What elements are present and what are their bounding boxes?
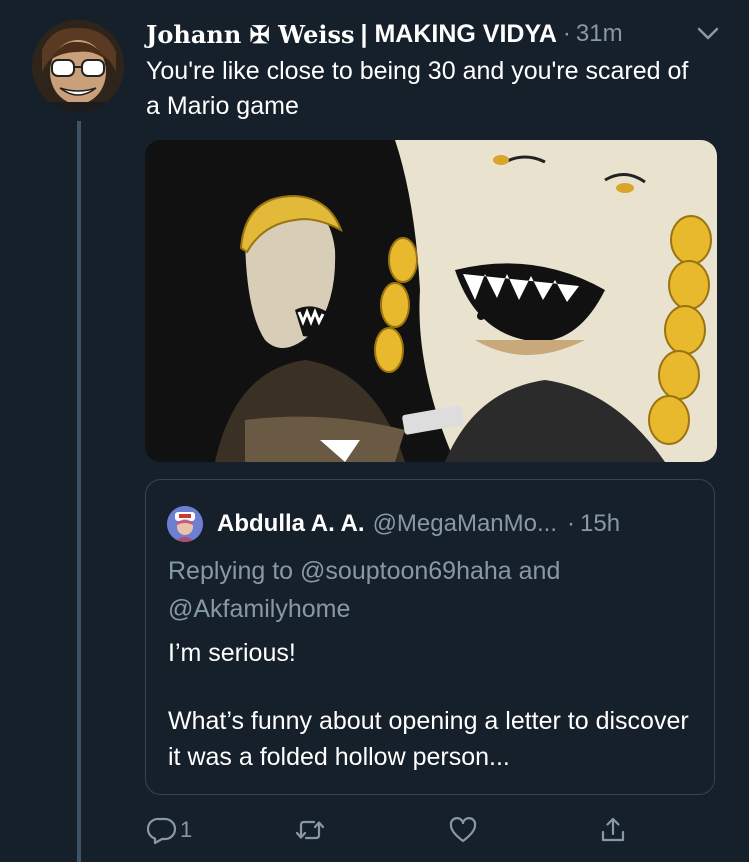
- retweet-icon: [295, 815, 325, 845]
- reply-icon: [147, 815, 177, 845]
- quoted-tweet[interactable]: Abdulla A. A. @MegaManMo... · 15h Replyi…: [145, 479, 715, 795]
- quote-author-name: Abdulla A. A.: [217, 510, 365, 537]
- header-separator: ·: [562, 20, 571, 47]
- share-icon: [598, 815, 628, 845]
- quote-text-line-1: I’m serious!: [168, 639, 296, 667]
- quote-text-line-2: What’s funny about opening a letter to d…: [168, 707, 689, 771]
- retweet-button[interactable]: [295, 810, 328, 850]
- quote-text: I’m serious! What’s funny about opening …: [168, 635, 698, 775]
- quote-author-handle: @MegaManMo...: [372, 510, 557, 537]
- quote-author-avatar: [167, 506, 203, 542]
- thread-line: [77, 121, 81, 862]
- author-name-suffix[interactable]: | MAKING VIDYA: [361, 20, 557, 49]
- heart-icon: [448, 815, 478, 845]
- author-avatar[interactable]: [32, 20, 124, 112]
- quote-separator: ·: [567, 510, 575, 537]
- chevron-down-icon[interactable]: [694, 20, 722, 48]
- tweet-actions: 1: [145, 810, 645, 850]
- tweet-text: You're like close to being 30 and you're…: [146, 57, 689, 120]
- tweet-header: Johann ✠ Weiss | MAKING VIDYA · 31m: [146, 14, 726, 54]
- quote-header: Abdulla A. A. @MegaManMo... · 15h: [167, 506, 620, 542]
- share-button[interactable]: [598, 810, 628, 850]
- replying-and: and: [518, 557, 561, 585]
- quote-timestamp: 15h: [580, 510, 621, 537]
- author-name[interactable]: Johann ✠ Weiss: [146, 20, 355, 49]
- replying-mention-1: @souptoon69haha: [300, 557, 512, 585]
- replying-to: Replying to @souptoon69haha and @Akfamil…: [168, 552, 688, 628]
- replying-prefix: Replying to: [168, 557, 294, 585]
- reply-count: 1: [180, 817, 193, 842]
- tweet-image[interactable]: [145, 140, 717, 462]
- replying-mention-2: @Akfamilyhome: [168, 595, 351, 623]
- like-button[interactable]: [448, 810, 481, 850]
- reply-button[interactable]: 1: [147, 810, 192, 850]
- tweet[interactable]: Johann ✠ Weiss | MAKING VIDYA · 31m You'…: [0, 0, 749, 862]
- tweet-timestamp[interactable]: 31m: [576, 20, 623, 48]
